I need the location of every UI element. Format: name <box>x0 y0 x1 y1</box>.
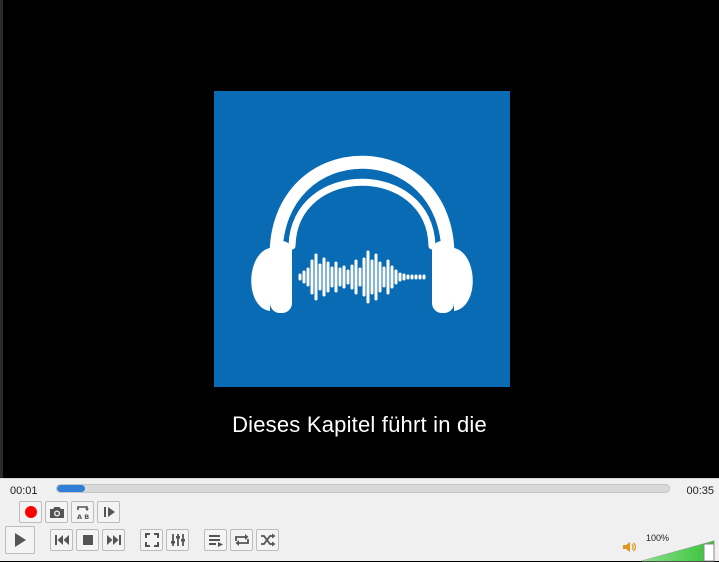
frame-step-button[interactable] <box>97 501 120 523</box>
album-art <box>214 91 510 387</box>
control-panel: 00:01 00:35 A B 100% <box>0 478 719 562</box>
video-area[interactable]: Dieses Kapitel führt in die <box>0 0 719 478</box>
playlist-icon <box>208 535 223 547</box>
loop-icon <box>234 534 249 546</box>
volume-slider[interactable] <box>641 540 715 562</box>
play-button[interactable] <box>5 526 35 554</box>
stop-button[interactable] <box>76 529 99 551</box>
stop-icon <box>82 535 93 545</box>
shuffle-button[interactable] <box>256 529 279 551</box>
equalizer-icon <box>170 534 185 546</box>
skip-previous-icon <box>54 535 69 545</box>
record-button[interactable] <box>19 501 42 523</box>
loop-button[interactable] <box>230 529 253 551</box>
frame-step-icon <box>103 507 115 517</box>
next-button[interactable] <box>102 529 125 551</box>
previous-button[interactable] <box>50 529 73 551</box>
seek-progress <box>57 485 85 492</box>
svg-text:A B: A B <box>77 513 89 520</box>
subtitle-text: Dieses Kapitel führt in die <box>232 412 487 437</box>
snapshot-button[interactable] <box>45 501 68 523</box>
seek-slider[interactable] <box>56 484 670 493</box>
camera-icon <box>49 507 64 518</box>
fullscreen-button[interactable] <box>140 529 163 551</box>
ab-loop-button[interactable]: A B <box>71 501 94 523</box>
fullscreen-icon <box>144 533 159 547</box>
window-edge <box>0 0 3 478</box>
elapsed-time[interactable]: 00:01 <box>10 485 38 497</box>
record-icon <box>24 506 37 518</box>
total-time[interactable]: 00:35 <box>686 485 714 497</box>
skip-next-icon <box>106 535 121 545</box>
play-icon <box>15 533 26 547</box>
speaker-icon[interactable] <box>622 541 636 553</box>
extended-settings-button[interactable] <box>166 529 189 551</box>
ab-loop-icon: A B <box>77 506 89 520</box>
playlist-button[interactable] <box>204 529 227 551</box>
shuffle-icon <box>260 533 275 547</box>
volume-handle[interactable] <box>703 543 715 562</box>
headphones-icon <box>251 155 473 313</box>
